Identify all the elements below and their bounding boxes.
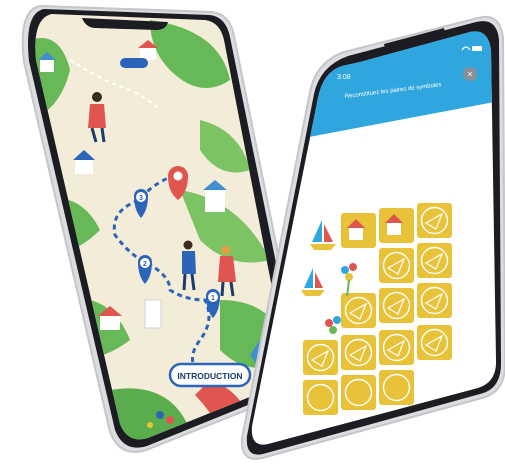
step-label-3: 3	[139, 195, 143, 202]
close-icon: ×	[467, 69, 472, 79]
marketing-mockup: 3 2 1 INTRODUCTION 3:08 Reconstituez les…	[0, 0, 505, 465]
close-button[interactable]: ×	[463, 67, 477, 81]
house-icon	[144, 299, 162, 329]
tile-face-down[interactable]	[379, 330, 414, 365]
step-label-2: 2	[143, 261, 147, 268]
tile-face-down[interactable]	[379, 248, 414, 283]
phones-illustration: 3 2 1 INTRODUCTION 3:08 Reconstituez les…	[21, 4, 505, 460]
tile-face-down[interactable]	[303, 340, 338, 375]
tile-face-down[interactable]	[341, 375, 376, 410]
tile-face-down[interactable]	[379, 370, 414, 405]
tile-face-down[interactable]	[417, 203, 452, 238]
status-time: 3:08	[337, 74, 351, 81]
right-phone: 3:08 Reconstituez les paires de symboles…	[240, 16, 505, 460]
tile-face-down[interactable]	[341, 335, 376, 370]
tile-face-down[interactable]	[379, 288, 414, 323]
tile-face-down[interactable]	[417, 283, 452, 318]
tile-face-down[interactable]	[303, 380, 338, 415]
tile-face-down[interactable]	[417, 325, 452, 360]
tile-face-down[interactable]	[341, 293, 376, 328]
step-label-1: 1	[211, 295, 215, 302]
tile-face-down[interactable]	[417, 243, 452, 278]
introduction-label: INTRODUCTION	[177, 371, 242, 381]
introduction-button[interactable]: INTRODUCTION	[168, 362, 252, 388]
